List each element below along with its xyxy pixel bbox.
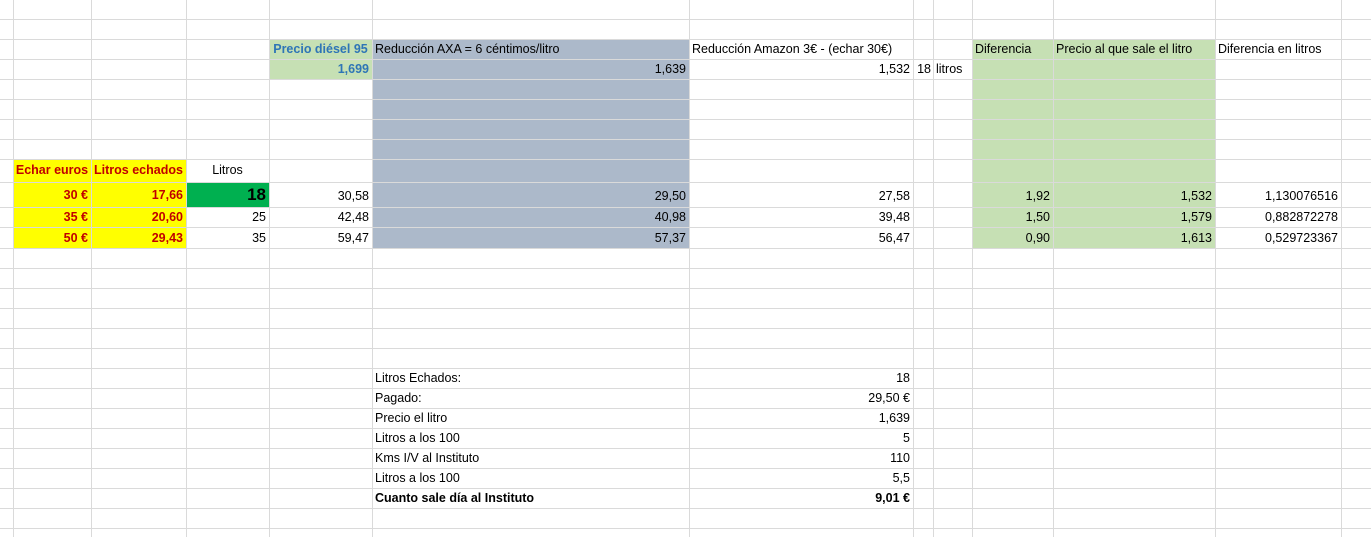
amazon-cell[interactable]: 39,48 bbox=[689, 207, 913, 227]
precio-cell[interactable]: 30,58 bbox=[269, 186, 372, 206]
diferencia-litros-cell[interactable]: 1,130076516 bbox=[1215, 186, 1341, 206]
summary-value[interactable]: 29,50 € bbox=[689, 388, 913, 408]
precio-diesel-value[interactable]: 1,699 bbox=[269, 59, 372, 79]
amazon-litros-unit[interactable]: litros bbox=[933, 59, 972, 79]
summary-value[interactable]: 18 bbox=[689, 368, 913, 388]
echar-euros-cell[interactable]: 50 € bbox=[13, 228, 91, 248]
echar-euros-cell[interactable]: 30 € bbox=[13, 185, 91, 205]
precio-litro-cell[interactable]: 1,532 bbox=[1053, 186, 1215, 206]
precio-litro-cell[interactable]: 1,579 bbox=[1053, 207, 1215, 227]
amazon-price-value[interactable]: 1,532 bbox=[689, 59, 913, 79]
amazon-litros-num[interactable]: 18 bbox=[913, 59, 933, 79]
summary-value[interactable]: 5 bbox=[689, 428, 913, 448]
summary-value[interactable]: 1,639 bbox=[689, 408, 913, 428]
litros-header[interactable]: Litros bbox=[186, 160, 269, 180]
diferencia-litros-cell[interactable]: 0,882872278 bbox=[1215, 207, 1341, 227]
summary-total-label[interactable]: Cuanto sale día al Instituto bbox=[372, 488, 689, 508]
diferencia-litros-cell[interactable]: 0,529723367 bbox=[1215, 228, 1341, 248]
summary-total-value[interactable]: 9,01 € bbox=[689, 488, 913, 508]
axa-cell[interactable]: 57,37 bbox=[372, 228, 689, 248]
litros-cell[interactable]: 35 bbox=[186, 228, 269, 248]
echar-euros-cell[interactable]: 35 € bbox=[13, 207, 91, 227]
amazon-cell[interactable]: 56,47 bbox=[689, 228, 913, 248]
reduccion-amazon-header[interactable]: Reducción Amazon 3€ - (echar 30€) bbox=[689, 39, 913, 59]
axa-cell[interactable]: 40,98 bbox=[372, 207, 689, 227]
summary-label[interactable]: Kms I/V al Instituto bbox=[372, 448, 689, 468]
diferencia-header[interactable]: Diferencia bbox=[972, 39, 1053, 59]
summary-label[interactable]: Litros a los 100 bbox=[372, 468, 689, 488]
precio-diesel-header[interactable]: Precio diésel 95 bbox=[269, 39, 372, 59]
litros-echados-header[interactable]: Litros echados bbox=[91, 160, 186, 180]
spreadsheet-grid[interactable]: Precio diésel 95 Reducción AXA = 6 cénti… bbox=[0, 0, 1371, 537]
summary-label[interactable]: Pagado: bbox=[372, 388, 689, 408]
summary-label[interactable]: Litros a los 100 bbox=[372, 428, 689, 448]
litros-cell[interactable]: 25 bbox=[186, 207, 269, 227]
litros-echados-cell[interactable]: 17,66 bbox=[91, 185, 186, 205]
precio-litro-header[interactable]: Precio al que sale el litro bbox=[1053, 39, 1215, 59]
summary-label[interactable]: Litros Echados: bbox=[372, 368, 689, 388]
diferencia-cell[interactable]: 0,90 bbox=[972, 228, 1053, 248]
axa-cell[interactable]: 29,50 bbox=[372, 186, 689, 206]
echar-euros-header[interactable]: Echar euros bbox=[13, 160, 91, 180]
litros-cell-selected[interactable]: 18 bbox=[186, 184, 269, 206]
axa-price-value[interactable]: 1,639 bbox=[372, 59, 689, 79]
summary-label[interactable]: Precio el litro bbox=[372, 408, 689, 428]
amazon-cell[interactable]: 27,58 bbox=[689, 186, 913, 206]
precio-cell[interactable]: 42,48 bbox=[269, 207, 372, 227]
diferencia-cell[interactable]: 1,92 bbox=[972, 186, 1053, 206]
precio-cell[interactable]: 59,47 bbox=[269, 228, 372, 248]
summary-value[interactable]: 110 bbox=[689, 448, 913, 468]
diferencia-litros-header[interactable]: Diferencia en litros bbox=[1215, 39, 1341, 59]
diferencia-cell[interactable]: 1,50 bbox=[972, 207, 1053, 227]
summary-value[interactable]: 5,5 bbox=[689, 468, 913, 488]
reduccion-axa-header[interactable]: Reducción AXA = 6 céntimos/litro bbox=[372, 39, 689, 59]
litros-echados-cell[interactable]: 29,43 bbox=[91, 228, 186, 248]
litros-echados-cell[interactable]: 20,60 bbox=[91, 207, 186, 227]
precio-litro-cell[interactable]: 1,613 bbox=[1053, 228, 1215, 248]
